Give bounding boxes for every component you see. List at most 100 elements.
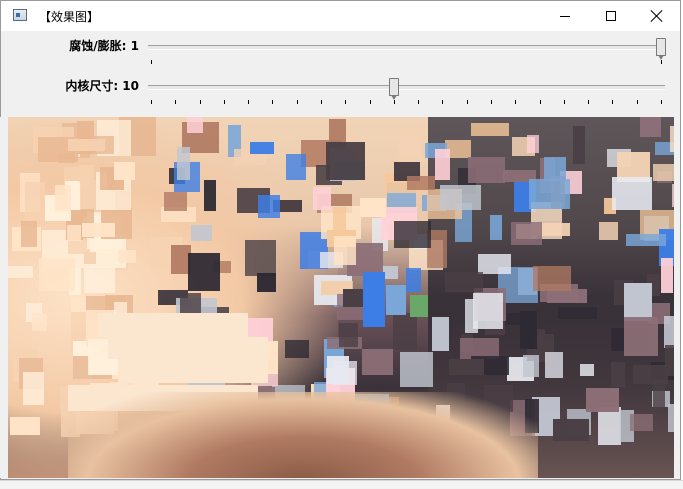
close-button[interactable] — [634, 1, 680, 31]
mosaic-block — [523, 355, 539, 377]
mosaic-block — [558, 307, 597, 319]
mosaic-block — [544, 157, 566, 181]
mosaic-block — [599, 222, 618, 240]
mosaic-block — [164, 192, 187, 211]
trackbar-tick — [442, 100, 443, 104]
mosaic-block — [257, 273, 276, 292]
mosaic-block — [327, 356, 349, 384]
mosaic-block — [490, 215, 502, 240]
trackbar-tick — [491, 100, 492, 104]
mosaic-block — [334, 236, 356, 265]
mosaic-block — [84, 252, 96, 264]
mosaic-block — [400, 352, 433, 387]
trackbar-label: 腐蚀/膨胀: 1 — [69, 39, 139, 53]
mosaic-block — [672, 184, 674, 207]
mosaic-block — [188, 253, 220, 291]
mosaic-block — [285, 340, 309, 358]
mosaic-block — [598, 407, 621, 445]
mosaic-block — [313, 187, 331, 210]
mosaic-block — [468, 157, 505, 183]
trackbar-tick — [151, 100, 152, 104]
mosaic-block — [630, 414, 653, 431]
mosaic-block — [473, 293, 503, 329]
trackbar-tick — [224, 100, 225, 104]
trackbar-track[interactable] — [148, 85, 665, 90]
trackbar-erode-dilate: 腐蚀/膨胀: 1 — [1, 31, 680, 71]
mosaic-block — [553, 419, 589, 441]
mosaic-block — [8, 266, 33, 278]
mosaic-block — [98, 313, 248, 337]
trackbar-thumb[interactable] — [656, 38, 666, 60]
mosaic-block — [653, 164, 674, 181]
mosaic-block — [586, 388, 619, 412]
mosaic-block — [664, 316, 674, 348]
mosaic-block — [633, 365, 668, 384]
mosaic-block — [68, 139, 105, 151]
maximize-icon — [606, 11, 616, 21]
mosaic-block — [362, 349, 393, 375]
mosaic-block — [435, 149, 450, 180]
mosaic-block — [32, 313, 47, 331]
mosaic-block — [339, 323, 358, 347]
image-mosaic — [8, 117, 674, 478]
trackbar-tick — [321, 100, 322, 104]
mosaic-block — [187, 117, 203, 133]
mosaic-block — [520, 311, 537, 349]
trackbar-tick — [564, 100, 565, 104]
trackbar-tick — [297, 100, 298, 104]
mosaic-block — [440, 185, 481, 210]
mosaic-block — [118, 250, 136, 263]
maximize-button[interactable] — [588, 1, 634, 31]
mosaic-block — [23, 372, 44, 405]
mosaic-block — [177, 147, 190, 180]
mosaic-block — [432, 317, 449, 351]
mosaic-block — [398, 128, 425, 162]
trackbar-tick — [661, 60, 662, 64]
trackbar-thumb[interactable] — [388, 78, 399, 100]
mosaic-block — [343, 289, 363, 307]
trackbar-tick — [370, 100, 371, 104]
mosaic-block — [258, 195, 280, 218]
trackbar-tick — [467, 100, 468, 104]
trackbar-tick — [272, 100, 273, 104]
trackbar-tick — [200, 100, 201, 104]
mosaic-block — [386, 285, 406, 315]
result-image — [8, 117, 674, 478]
trackbar-tick — [345, 100, 346, 104]
mosaic-block — [573, 126, 585, 164]
app-window-icon — [13, 9, 27, 21]
mosaic-block — [478, 254, 511, 274]
trackbar-tick — [661, 100, 662, 104]
mosaic-block — [100, 167, 115, 190]
mosaic-block — [527, 135, 539, 153]
close-icon — [651, 10, 663, 22]
mosaic-block — [533, 266, 571, 291]
mosaic-block — [670, 126, 674, 152]
trackbar-tick — [612, 100, 613, 104]
mosaic-block — [114, 162, 135, 180]
trackbar-track[interactable] — [148, 45, 665, 50]
mosaic-block — [286, 154, 306, 180]
mosaic-block — [624, 317, 658, 356]
trackbar-tick — [248, 100, 249, 104]
minimize-icon — [560, 16, 570, 17]
minimize-button[interactable] — [542, 1, 588, 31]
mosaic-block — [393, 313, 417, 350]
window-title: 【效果图】 — [39, 10, 100, 24]
title-bar[interactable]: 【效果图】 — [1, 1, 680, 31]
mosaic-block — [626, 234, 666, 246]
mosaic-block — [55, 185, 71, 211]
trackbar-tick — [588, 100, 589, 104]
mosaic-block — [529, 179, 570, 209]
trackbar-tick — [175, 100, 176, 104]
trackbar-kernel-size: 内核尺寸: 10 — [1, 71, 680, 111]
mosaic-block — [545, 352, 563, 378]
mosaic-block — [511, 222, 542, 245]
trackbar-label: 内核尺寸: 10 — [65, 79, 139, 93]
mosaic-block — [449, 359, 484, 375]
mosaic-block — [82, 223, 115, 237]
mosaic-block — [108, 337, 268, 359]
mosaic-block — [84, 267, 115, 293]
mosaic-block — [410, 295, 428, 317]
mosaic-block — [21, 221, 37, 247]
